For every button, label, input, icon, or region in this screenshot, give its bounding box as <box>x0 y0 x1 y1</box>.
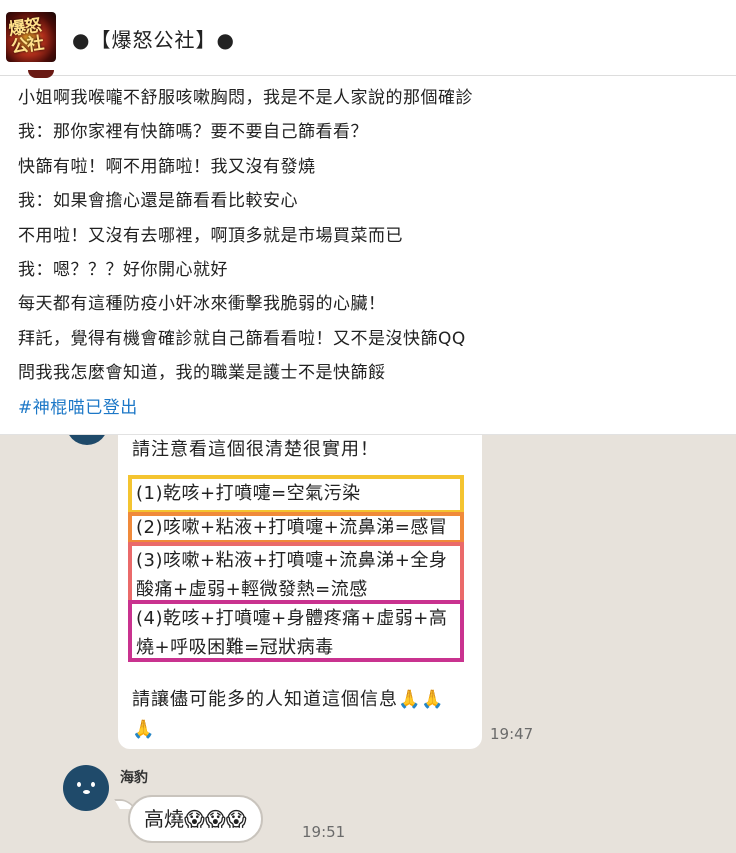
post-line: 小姐啊我喉嚨不舒服咳嗽胸悶，我是不是人家說的那個確診 <box>18 88 473 108</box>
post-text-panel: 小姐啊我喉嚨不舒服咳嗽胸悶，我是不是人家說的那個確診 我：那你家裡有快篩嗎？要不… <box>0 76 736 435</box>
image-outro-text: 請讓儘可能多的人知道這個信息🙏🙏🙏 <box>132 689 445 740</box>
message-timestamp: 19:47 <box>490 725 534 743</box>
avatar-nose-icon <box>83 790 90 794</box>
hashtag-link[interactable]: #神棍喵已登出 <box>18 396 718 430</box>
sender-name: 海豹 <box>120 770 148 786</box>
symptom-box-2: (2)咳嗽+粘液+打噴嚏+流鼻涕=感冒 <box>128 512 464 544</box>
post-line: 快篩有啦！啊不用篩啦！我又沒有發燒 <box>18 156 316 177</box>
group-title[interactable]: ●【爆怒公社】● <box>72 24 235 53</box>
chat-area[interactable]: 請注意看這個很清楚很實用！ (1)乾咳+打噴嚏=空氣污染 (2)咳嗽+粘液+打噴… <box>0 403 736 853</box>
group-avatar[interactable]: 爆怒公社 <box>6 12 56 62</box>
avatar-eye-icon <box>77 782 81 787</box>
header-decoration <box>28 70 54 78</box>
image-message[interactable]: 請注意看這個很清楚很實用！ (1)乾咳+打噴嚏=空氣污染 (2)咳嗽+粘液+打噴… <box>118 433 482 749</box>
post-line: 我：如果會擔心還是篩看看比較安心 <box>18 191 298 212</box>
symptom-box-1: (1)乾咳+打噴嚏=空氣污染 <box>128 475 464 514</box>
post-line: 每天都有這種防疫小奸冰來衝擊我脆弱的心臟！ <box>18 294 386 315</box>
post-line: 拜託，覺得有機會確診就自己篩看看啦！又不是沒快篩QQ <box>18 328 466 349</box>
post-line: 問我我怎麼會知道，我的職業是護士不是快篩餒 <box>18 363 386 384</box>
image-intro-text: 請注意看這個很清楚很實用！ <box>132 439 379 460</box>
message-timestamp: 19:51 <box>302 823 346 841</box>
chat-header: 爆怒公社 ●【爆怒公社】● <box>0 0 736 76</box>
symptom-box-3: (3)咳嗽+粘液+打噴嚏+流鼻涕+全身酸痛+虛弱+輕微發熱=流感 <box>128 542 464 604</box>
post-line: 我：嗯？？？好你開心就好 <box>18 259 228 280</box>
group-avatar-logo-text: 爆怒公社 <box>7 15 45 58</box>
post-line: 我：那你家裡有快篩嗎？要不要自己篩看看？ <box>18 122 368 143</box>
avatar-eye-icon <box>91 782 95 787</box>
seal-avatar[interactable] <box>63 765 109 811</box>
reply-message-bubble[interactable]: 高燒😱😱😱 <box>128 795 263 843</box>
post-line: 不用啦！又沒有去哪裡，啊頂多就是市場買菜而已 <box>18 225 403 246</box>
symptom-box-4: (4)乾咳+打噴嚏+身體疼痛+虛弱+高燒+呼吸困難=冠狀病毒 <box>128 600 464 662</box>
